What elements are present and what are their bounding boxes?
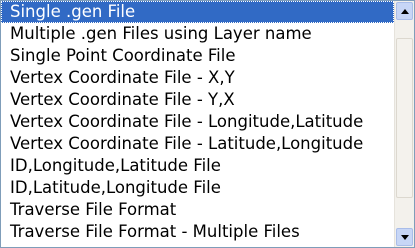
list-item-single-point-coordinate[interactable]: Single Point Coordinate File [1,45,394,67]
list-item-id-lat-lon[interactable]: ID,Latitude,Longitude File [1,177,394,199]
scroll-up-arrow-icon [400,8,409,14]
scroll-down-arrow-icon [400,234,409,240]
list-item-vertex-lat-lon[interactable]: Vertex Coordinate File - Latitude,Longit… [1,133,394,155]
vertical-scrollbar[interactable] [394,1,414,247]
list-item-traverse-multiple[interactable]: Traverse File Format - Multiple Files [1,221,394,243]
list-item-vertex-lon-lat[interactable]: Vertex Coordinate File - Longitude,Latit… [1,111,394,133]
scrollbar-thumb[interactable] [396,38,413,198]
list-item-vertex-yx[interactable]: Vertex Coordinate File - Y,X [1,89,394,111]
scroll-down-button[interactable] [396,228,413,246]
listbox-items: Single .gen File Multiple .gen Files usi… [1,1,394,247]
file-format-listbox[interactable]: Single .gen File Multiple .gen Files usi… [0,0,415,248]
list-item-traverse-format[interactable]: Traverse File Format [1,199,394,221]
list-item-vertex-xy[interactable]: Vertex Coordinate File - X,Y [1,67,394,89]
scroll-up-button[interactable] [396,2,413,20]
list-item-id-lon-lat[interactable]: ID,Longitude,Latitude File [1,155,394,177]
list-item-multiple-gen-files[interactable]: Multiple .gen Files using Layer name [1,23,394,45]
list-item-single-gen-file[interactable]: Single .gen File [1,1,394,23]
